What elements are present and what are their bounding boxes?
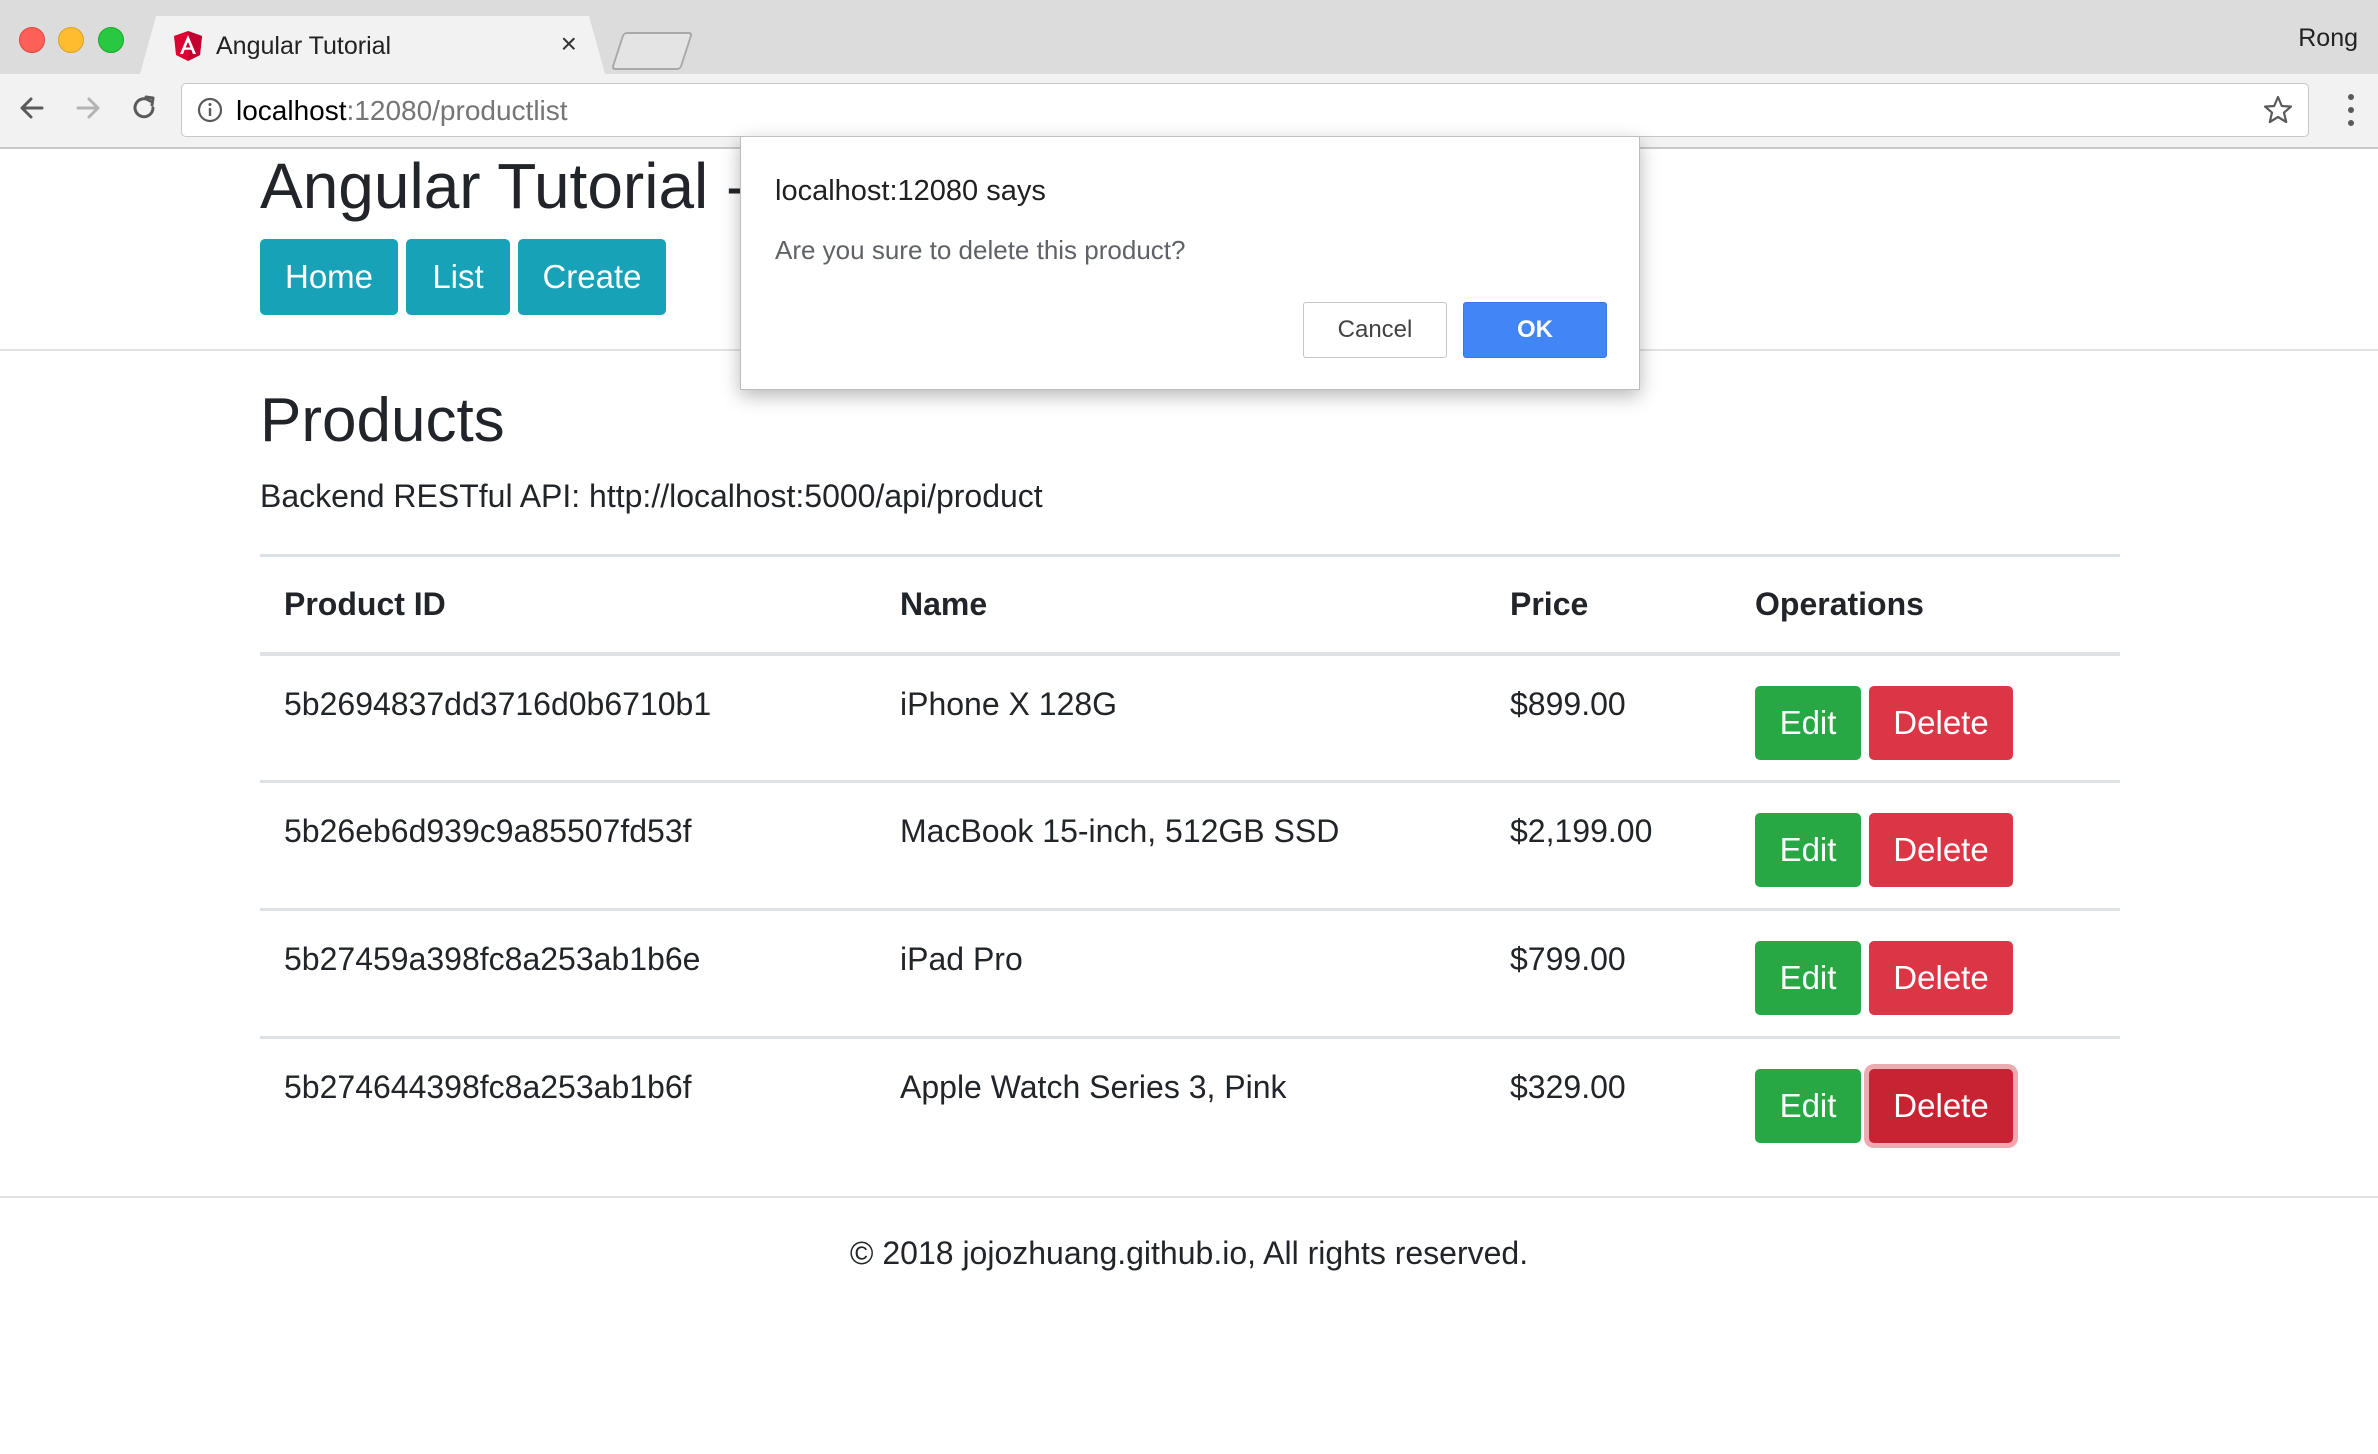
product-name-cell: iPhone X 128G [900,685,1118,722]
column-header-product-id: Product ID [284,585,446,622]
close-icon[interactable]: × [561,28,577,60]
product-name-cell: MacBook 15-inch, 512GB SSD [900,813,1340,849]
column-header-name: Name [900,585,988,622]
tab-strip: Angular Tutorial × Rong [0,0,2378,74]
tab-title: Angular Tutorial [216,32,392,60]
product-price-cell: $329.00 [1510,1069,1626,1105]
confirm-dialog: localhost:12080 says Are you sure to del… [740,136,1640,390]
cancel-button[interactable]: Cancel [1303,302,1447,358]
profile-name[interactable]: Rong [2298,24,2358,53]
table-row: 5b26eb6d939c9a85507fd53f MacBook 15-inch… [260,782,2120,910]
back-icon[interactable] [12,88,52,128]
products-table: Product ID Name Price Operations 5b26948… [260,554,2120,1166]
product-name-cell: iPad Pro [900,941,1023,977]
table-header-row: Product ID Name Price Operations [260,555,2120,654]
product-name-cell: Apple Watch Series 3, Pink [900,1069,1287,1105]
delete-button[interactable]: Delete [1869,685,2013,760]
forward-icon[interactable] [68,88,108,128]
window-zoom-button[interactable] [98,27,124,53]
operations-cell: Edit Delete [1731,782,2120,910]
table-row: 5b27459a398fc8a253ab1b6e iPad Pro $799.0… [260,910,2120,1038]
operations-cell: Edit Delete [1731,1038,2120,1166]
table-row: 5b274644398fc8a253ab1b6f Apple Watch Ser… [260,1038,2120,1166]
edit-button[interactable]: Edit [1755,813,1861,887]
product-id-cell: 5b274644398fc8a253ab1b6f [284,1069,692,1105]
footer-divider [0,1196,2378,1198]
delete-button[interactable]: Delete [1869,1069,2013,1143]
footer-text: © 2018 jojozhuang.github.io, All rights … [849,1235,1529,1271]
api-endpoint-text: Backend RESTful API: http://localhost:50… [260,478,1043,514]
nav-create-button[interactable]: Create [518,239,666,315]
product-price-cell: $799.00 [1510,941,1626,977]
window-minimize-button[interactable] [58,27,84,53]
address-bar[interactable]: localhost:12080/productlist [181,83,2309,137]
column-header-price: Price [1510,585,1589,622]
delete-button[interactable]: Delete [1869,941,2013,1015]
nav-home-button[interactable]: Home [260,239,398,315]
product-price-cell: $2,199.00 [1510,813,1653,849]
product-id-cell: 5b26eb6d939c9a85507fd53f [284,813,692,849]
edit-button[interactable]: Edit [1755,685,1861,760]
operations-cell: Edit Delete [1731,910,2120,1038]
info-icon[interactable] [196,96,224,124]
new-tab-button[interactable] [610,32,694,70]
delete-button[interactable]: Delete [1869,813,2013,887]
operations-cell: Edit Delete [1731,654,2120,782]
product-id-cell: 5b27459a398fc8a253ab1b6e [284,941,701,977]
page-title: Products [260,386,505,455]
ok-button[interactable]: OK [1463,302,1607,358]
url-text: localhost:12080/productlist [236,95,568,127]
window-close-button[interactable] [19,27,45,53]
edit-button[interactable]: Edit [1755,941,1861,1015]
dialog-message: Are you sure to delete this product? [775,235,1186,265]
nav-list-button[interactable]: List [406,239,510,315]
table-row: 5b2694837dd3716d0b6710b1 iPhone X 128G $… [260,654,2120,782]
star-icon[interactable] [2262,94,2294,126]
product-price-cell: $899.00 [1510,685,1626,722]
reload-icon[interactable] [124,88,164,128]
url-host: localhost [236,95,347,126]
browser-tab[interactable]: Angular Tutorial × [140,16,605,74]
product-id-cell: 5b2694837dd3716d0b6710b1 [284,685,712,722]
column-header-operations: Operations [1755,585,1924,622]
dialog-title: localhost:12080 says [775,175,1046,207]
url-path: :12080/productlist [346,95,568,126]
brand-title: Angular Tutorial - [260,150,748,222]
angular-logo-icon [172,30,204,62]
edit-button[interactable]: Edit [1755,1069,1861,1143]
menu-icon[interactable] [2346,92,2356,128]
